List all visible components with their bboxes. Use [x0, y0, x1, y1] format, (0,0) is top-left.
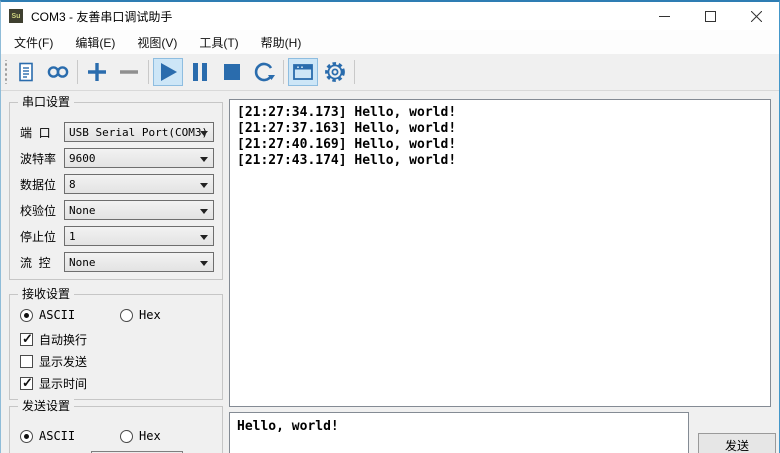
settings-button[interactable]	[320, 58, 350, 86]
toolbar	[1, 54, 779, 91]
radio-selected-icon	[20, 429, 33, 443]
refresh-button[interactable]	[249, 58, 279, 86]
checkbox-icon	[20, 355, 33, 368]
recv-hex-radio[interactable]: Hex	[120, 308, 161, 322]
receive-log-area[interactable]: [21:27:34.173] Hello, world! [21:27:37.1…	[229, 99, 771, 407]
parity-label: 校验位	[20, 203, 57, 218]
log-line: [21:27:40.169] Hello, world!	[237, 137, 457, 152]
record-icon	[47, 66, 69, 78]
window-title: COM3 - 友善串口调试助手	[31, 9, 173, 24]
receive-settings-title: 接收设置	[18, 287, 75, 302]
show-time-checkbox[interactable]: 显示时间	[20, 375, 87, 392]
toolbar-grip[interactable]	[3, 60, 10, 84]
serial-settings-title: 串口设置	[18, 95, 75, 110]
log-line: [21:27:37.163] Hello, world!	[237, 121, 457, 136]
refresh-icon	[254, 62, 275, 82]
document-icon	[19, 62, 33, 82]
menu-edit[interactable]: 编辑(E)	[64, 31, 126, 54]
send-hex-radio[interactable]: Hex	[120, 429, 161, 443]
menu-tools[interactable]: 工具(T)	[188, 31, 249, 54]
radio-icon	[120, 429, 133, 443]
close-button[interactable]	[733, 2, 779, 30]
play-icon	[161, 63, 177, 81]
databits-select[interactable]: 8	[64, 174, 214, 194]
flowcontrol-label: 流 控	[20, 255, 51, 270]
send-input-area[interactable]: Hello, world!	[229, 412, 689, 453]
toolbar-separator	[148, 60, 149, 84]
chevron-down-icon	[200, 235, 208, 240]
minimize-button[interactable]	[641, 2, 687, 30]
stopbits-label: 停止位	[20, 229, 57, 244]
stop-icon	[224, 64, 240, 80]
play-button[interactable]	[153, 58, 183, 86]
add-icon	[88, 63, 106, 81]
settings-gear-icon	[325, 62, 345, 82]
record-button[interactable]	[43, 58, 73, 86]
stopbits-select[interactable]: 1	[64, 226, 214, 246]
auto-newline-checkbox[interactable]: 自动换行	[20, 331, 87, 348]
flowcontrol-select[interactable]: None	[64, 252, 214, 272]
parity-select[interactable]: None	[64, 200, 214, 220]
titlebar: Su COM3 - 友善串口调试助手	[1, 2, 779, 30]
app-icon: Su	[9, 9, 23, 23]
baudrate-select[interactable]: 9600	[64, 148, 214, 168]
chevron-down-icon	[200, 157, 208, 162]
checkbox-checked-icon	[20, 375, 33, 391]
window-panel-button[interactable]	[288, 58, 318, 86]
log-line: [21:27:43.174] Hello, world!	[237, 153, 457, 168]
remove-button[interactable]	[114, 58, 144, 86]
send-text: Hello, world!	[237, 419, 339, 434]
port-label: 端 口	[20, 125, 51, 140]
pause-icon	[193, 63, 207, 81]
add-button[interactable]	[82, 58, 112, 86]
toolbar-separator	[77, 60, 78, 84]
app-window: Su COM3 - 友善串口调试助手 文件(F) 编辑(E) 视图(V) 工具(…	[0, 0, 780, 453]
menu-view[interactable]: 视图(V)	[126, 31, 188, 54]
databits-label: 数据位	[20, 177, 57, 192]
receive-settings-group: 接收设置 ASCII Hex 自动换行 显示发送 显示时间	[9, 287, 223, 400]
minimize-icon	[658, 15, 670, 17]
chevron-down-icon	[200, 261, 208, 266]
document-button[interactable]	[11, 58, 41, 86]
chevron-down-icon	[200, 131, 208, 136]
send-ascii-radio[interactable]: ASCII	[20, 429, 75, 443]
recv-ascii-radio[interactable]: ASCII	[20, 308, 75, 322]
send-settings-group: 发送设置 ASCII Hex	[9, 399, 223, 453]
show-send-checkbox[interactable]: 显示发送	[20, 353, 87, 370]
toolbar-separator	[283, 60, 284, 84]
close-icon	[750, 10, 762, 22]
menu-help[interactable]: 帮助(H)	[250, 31, 313, 54]
menubar: 文件(F) 编辑(E) 视图(V) 工具(T) 帮助(H)	[1, 30, 779, 54]
chevron-down-icon	[200, 209, 208, 214]
stop-button[interactable]	[217, 58, 247, 86]
send-button[interactable]: 发送	[698, 433, 776, 453]
send-settings-title: 发送设置	[18, 399, 75, 414]
serial-settings-group: 串口设置 端 口 USB Serial Port(COM3) 波特率 9600 …	[9, 95, 223, 280]
chevron-down-icon	[200, 183, 208, 188]
menu-file[interactable]: 文件(F)	[3, 31, 64, 54]
toolbar-separator	[354, 60, 355, 84]
checkbox-checked-icon	[20, 331, 33, 347]
remove-icon	[120, 70, 138, 74]
maximize-button[interactable]	[687, 2, 733, 30]
radio-selected-icon	[20, 308, 33, 322]
port-select[interactable]: USB Serial Port(COM3)	[64, 122, 214, 142]
log-line: [21:27:34.173] Hello, world!	[237, 105, 457, 120]
window-panel-icon	[293, 64, 313, 80]
baudrate-label: 波特率	[20, 151, 57, 166]
radio-icon	[120, 308, 133, 322]
pause-button[interactable]	[185, 58, 215, 86]
maximize-icon	[704, 10, 716, 22]
